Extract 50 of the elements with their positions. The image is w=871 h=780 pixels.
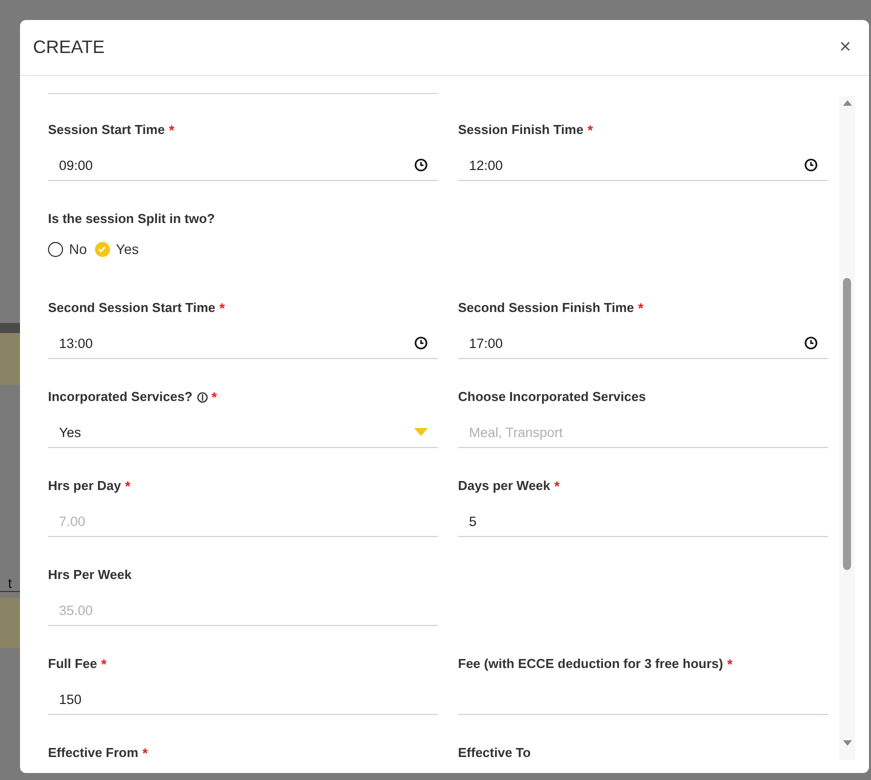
scroll-up-icon[interactable] bbox=[842, 100, 852, 106]
required-mark: * bbox=[587, 122, 593, 138]
scroll-down-icon[interactable] bbox=[842, 740, 852, 746]
close-button[interactable]: × bbox=[835, 36, 855, 59]
background-panel bbox=[0, 598, 20, 648]
required-mark: * bbox=[168, 122, 174, 138]
clock-icon[interactable] bbox=[804, 336, 818, 350]
field-label: Second Session Start Time bbox=[48, 300, 216, 315]
time-field[interactable]: 12:00 bbox=[458, 150, 828, 181]
radio-button[interactable] bbox=[48, 242, 63, 256]
input-field[interactable]: 150 bbox=[48, 684, 438, 715]
time-field[interactable]: 17:00 bbox=[458, 328, 828, 359]
background-panel bbox=[0, 323, 20, 385]
required-mark: * bbox=[638, 300, 644, 316]
field-label: Effective To bbox=[458, 745, 531, 760]
required-mark: * bbox=[142, 745, 148, 760]
field-label: Days per Week bbox=[458, 478, 550, 493]
dialog-title: CREATE bbox=[33, 37, 105, 58]
field-label: Second Session Finish Time bbox=[458, 300, 634, 315]
info-icon[interactable] bbox=[196, 392, 208, 403]
field-label: Effective From bbox=[48, 745, 138, 760]
required-mark: * bbox=[101, 656, 107, 672]
radio-label: No bbox=[69, 241, 87, 257]
required-mark: * bbox=[124, 478, 130, 494]
field-label: Full Fee bbox=[48, 656, 98, 671]
radio-checked[interactable] bbox=[94, 242, 110, 256]
check-icon bbox=[97, 244, 108, 254]
radio-label: Yes bbox=[116, 241, 139, 257]
scrollbar-thumb[interactable] bbox=[843, 278, 851, 570]
clock-icon[interactable] bbox=[804, 158, 818, 172]
required-mark: * bbox=[554, 478, 560, 494]
field-label: Session Finish Time bbox=[458, 122, 584, 137]
time-field[interactable]: 13:00 bbox=[48, 328, 438, 359]
field-label: Is the session Split in two? bbox=[48, 211, 215, 226]
caret-icon bbox=[414, 428, 428, 436]
required-mark: * bbox=[727, 656, 733, 672]
field-label: Hrs Per Week bbox=[48, 567, 132, 582]
clock-icon[interactable] bbox=[414, 158, 428, 172]
field-label: Incorporated Services? bbox=[48, 389, 192, 404]
field-label: Hrs per Day bbox=[48, 478, 121, 493]
field-label: Session Start Time bbox=[48, 122, 165, 137]
clock-icon[interactable] bbox=[414, 336, 428, 350]
required-mark: * bbox=[212, 389, 217, 405]
input-field[interactable]: 5 bbox=[458, 506, 828, 537]
required-mark: * bbox=[219, 300, 225, 316]
scrollbar[interactable] bbox=[839, 96, 855, 760]
time-field[interactable]: 09:00 bbox=[48, 150, 438, 181]
field-label: Fee (with ECCE deduction for 3 free hours) bbox=[458, 656, 724, 671]
field-label: Choose Incorporated Services bbox=[458, 389, 646, 404]
select-field[interactable]: Yes bbox=[48, 417, 438, 448]
